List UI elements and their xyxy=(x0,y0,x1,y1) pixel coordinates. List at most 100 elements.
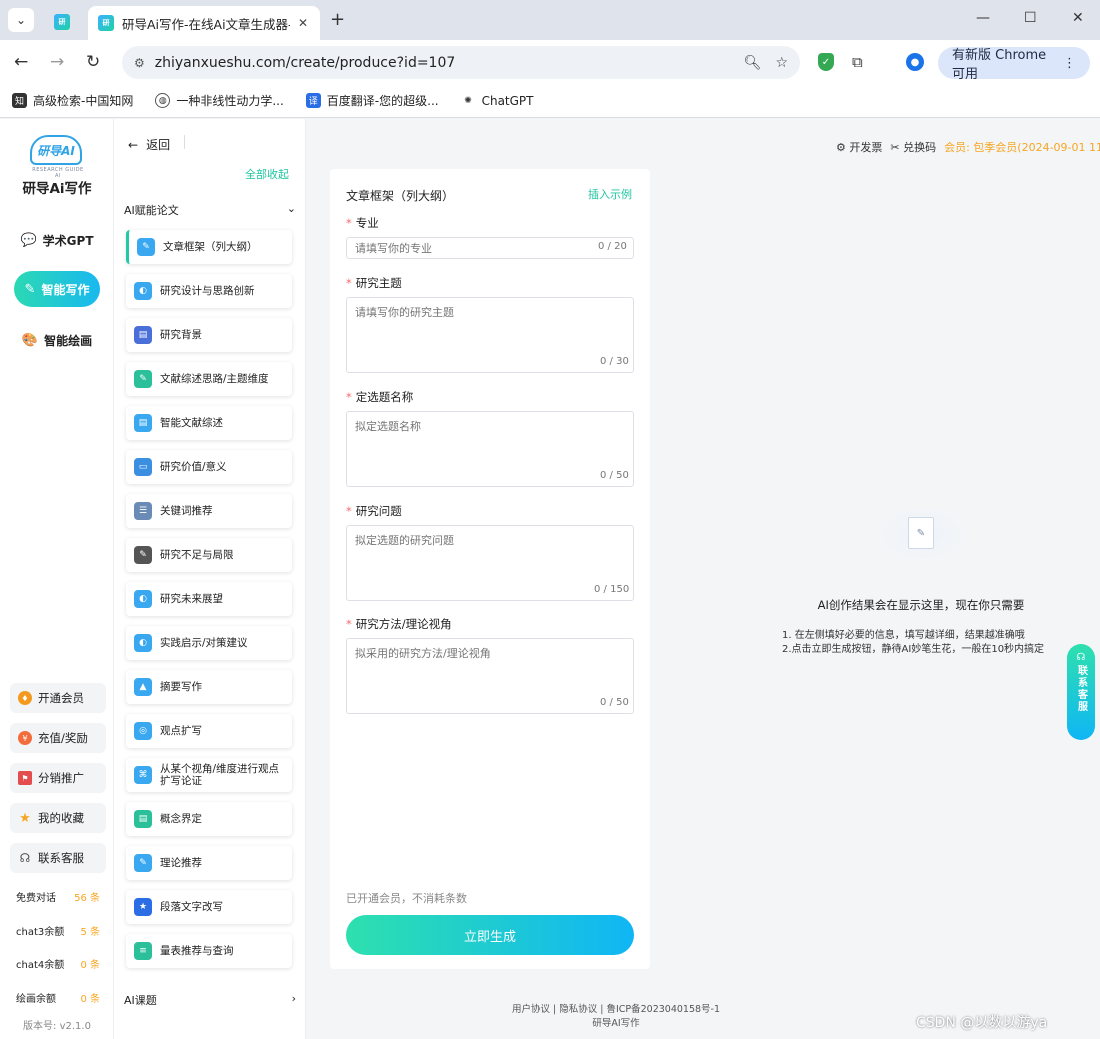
tool-item[interactable]: ▲ 摘要写作 xyxy=(126,670,292,704)
main-content: ⚙ 开发票 ✂ 兑换码 会员: 包季会员(2024-09-01 11:02 文章… xyxy=(306,119,1100,1039)
bookmark-star-icon[interactable]: ☆ xyxy=(775,55,788,71)
tab-title: 研导Ai写作-在线Ai文章生成器- xyxy=(122,16,290,32)
tool-icon: ✎ xyxy=(134,546,152,564)
recharge-button[interactable]: ¥ 充值/奖励 xyxy=(10,723,106,753)
section-ai-paper[interactable]: AI赋能论文 ⌄ xyxy=(124,202,296,218)
tool-item[interactable]: ▤ 智能文献综述 xyxy=(126,406,292,440)
tool-label: 研究不足与局限 xyxy=(160,548,234,561)
bookmark-item[interactable]: 译 百度翻译-您的超级... xyxy=(305,92,439,109)
tool-icon: ◐ xyxy=(134,590,152,608)
app-root: 研导AI RESEARCH GUIDE AI 研导Ai写作 💬 学术GPT ✎ … xyxy=(0,119,1100,1039)
chevron-down-icon: ⌄ xyxy=(286,202,296,215)
tool-item[interactable]: ◐ 实践启示/对策建议 xyxy=(126,626,292,660)
nav-academic-gpt[interactable]: 💬 学术GPT xyxy=(14,222,100,258)
insert-example-link[interactable]: 插入示例 xyxy=(588,186,632,202)
quota-chat3: chat3余额 5 条 xyxy=(16,927,100,938)
nav-smart-drawing[interactable]: 🎨 智能绘画 xyxy=(14,322,100,358)
profile-icon[interactable]: ● xyxy=(906,53,924,71)
research-method-input[interactable] xyxy=(346,638,634,714)
tool-item[interactable]: ✎ 理论推荐 xyxy=(126,846,292,880)
tool-item[interactable]: ✎ 文章框架（列大纲） xyxy=(126,230,292,264)
research-topic-input[interactable] xyxy=(346,297,634,373)
tool-icon: ▤ xyxy=(134,414,152,432)
tool-item[interactable]: ✎ 研究不足与局限 xyxy=(126,538,292,572)
nav-smart-writing[interactable]: ✎ 智能写作 xyxy=(14,271,100,307)
topic-name-input[interactable] xyxy=(346,411,634,487)
site-info-icon[interactable]: ⚙ xyxy=(134,56,145,70)
chrome-update-button[interactable]: 有新版 Chrome 可用 ⋮ xyxy=(938,47,1090,82)
url-text[interactable]: zhiyanxueshu.com/create/produce?id=107 xyxy=(155,55,730,71)
chat-bubble-icon: 💬 xyxy=(20,232,37,248)
bookmark-item[interactable]: ◍ 一种非线性动力学... xyxy=(155,92,284,109)
tab-close-icon[interactable]: ✕ xyxy=(298,16,308,30)
tool-label: 文章框架（列大纲） xyxy=(163,240,258,253)
globe-icon: ◍ xyxy=(155,93,171,108)
new-tab-plus-icon[interactable]: + xyxy=(330,9,345,30)
logo[interactable]: 研导AI RESEARCH GUIDE AI xyxy=(30,135,86,179)
browser-tab-active[interactable]: 研 研导Ai写作-在线Ai文章生成器- ✕ xyxy=(88,6,320,40)
tool-icon: ✎ xyxy=(134,370,152,388)
forward-arrow-icon[interactable]: → xyxy=(50,52,64,72)
tool-item[interactable]: ☰ 关键词推荐 xyxy=(126,494,292,528)
floating-service-button[interactable]: ☊ 联系客服 xyxy=(1067,644,1095,740)
tool-item[interactable]: ▭ 研究价值/意义 xyxy=(126,450,292,484)
reload-icon[interactable]: ↻ xyxy=(86,52,100,72)
maximize-icon[interactable]: ☐ xyxy=(1024,10,1037,26)
invoice-link[interactable]: ⚙ 开发票 xyxy=(836,139,882,155)
tool-label: 研究设计与思路创新 xyxy=(160,284,255,297)
research-question-input[interactable] xyxy=(346,525,634,601)
redeem-link[interactable]: ✂ 兑换码 xyxy=(890,139,936,155)
tool-item[interactable]: ✎ 文献综述思路/主题维度 xyxy=(126,362,292,396)
window-close-icon[interactable]: ✕ xyxy=(1072,10,1084,26)
bookmark-item[interactable]: ✺ ChatGPT xyxy=(460,93,534,108)
tool-item[interactable]: ◐ 研究未来展望 xyxy=(126,582,292,616)
back-arrow-icon: ← xyxy=(128,137,139,152)
minimize-icon[interactable]: — xyxy=(976,10,990,26)
favorites-button[interactable]: ★ 我的收藏 xyxy=(10,803,106,833)
extension-shield-icon[interactable]: ✓ xyxy=(818,53,834,71)
palette-icon: 🎨 xyxy=(21,332,39,348)
browser-tab-pinned[interactable]: 研 xyxy=(44,8,80,36)
open-membership-button[interactable]: ♦ 开通会员 xyxy=(10,683,106,713)
tool-label: 从某个视角/维度进行观点扩写论证 xyxy=(160,762,280,787)
tool-label: 摘要写作 xyxy=(160,680,202,693)
zoom-search-icon[interactable]: 🔍︎ xyxy=(744,55,762,71)
footer: 用户协议 | 隐私协议 | 鲁ICP备2023040158号-1 研导AI写作 xyxy=(306,1003,926,1031)
more-menu-icon[interactable]: ⋮ xyxy=(1063,56,1076,71)
bookmark-item[interactable]: 知 高级检索-中国知网 xyxy=(12,92,133,109)
tool-label: 观点扩写 xyxy=(160,724,202,737)
distribution-button[interactable]: ⚑ 分销推广 xyxy=(10,763,106,793)
tool-sidebar: ← 返回 全部收起 AI赋能论文 ⌄ ✎ 文章框架（列大纲） ◐ 研究设计与思路创新 ▤… xyxy=(114,119,306,1039)
quota-free-chat: 免费对话 56 条 xyxy=(16,893,100,904)
section-ai-topic[interactable]: AI课题 › xyxy=(124,992,296,1008)
result-placeholder-title: AI创作结果会在显示这里，现在你只需要 xyxy=(817,598,1025,612)
major-input[interactable] xyxy=(346,237,634,259)
tool-icon: ▤ xyxy=(134,326,152,344)
bookmarks-bar: 知 高级检索-中国知网 ◍ 一种非线性动力学... 译 百度翻译-您的超级...… xyxy=(0,84,1100,118)
tool-item[interactable]: ★ 段落文字改写 xyxy=(126,890,292,924)
field-label: * 专业 xyxy=(346,216,379,230)
tool-icon: ◎ xyxy=(134,722,152,740)
tool-item[interactable]: ▤ 概念界定 xyxy=(126,802,292,836)
pen-icon: ✎ xyxy=(24,281,36,297)
contact-service-button[interactable]: ☊ 联系客服 xyxy=(10,843,106,873)
tool-label: 关键词推荐 xyxy=(160,504,213,517)
tool-item[interactable]: ◐ 研究设计与思路创新 xyxy=(126,274,292,308)
generate-button[interactable]: 立即生成 xyxy=(346,915,634,955)
extensions-puzzle-icon[interactable]: ⧉ xyxy=(852,53,863,71)
address-bar[interactable]: ⚙ zhiyanxueshu.com/create/produce?id=107… xyxy=(122,46,800,79)
star-icon: ★ xyxy=(19,810,31,826)
collapse-all-link[interactable]: 全部收起 xyxy=(245,166,289,182)
tab-search-chevron-icon[interactable]: ⌄ xyxy=(8,8,34,32)
tool-item[interactable]: ◎ 观点扩写 xyxy=(126,714,292,748)
document-pen-icon: ✎ xyxy=(908,517,934,549)
update-label: 有新版 Chrome 可用 xyxy=(952,48,1047,82)
vip-icon: ♦ xyxy=(18,691,32,705)
back-arrow-icon[interactable]: ← xyxy=(14,52,28,72)
tool-item[interactable]: ▤ 研究背景 xyxy=(126,318,292,352)
tool-item[interactable]: ⌘ 从某个视角/维度进行观点扩写论证 xyxy=(126,758,292,792)
back-button[interactable]: ← 返回 xyxy=(128,136,170,153)
char-count: 0 / 50 xyxy=(600,470,629,481)
footer-links[interactable]: 用户协议 | 隐私协议 | 鲁ICP备2023040158号-1 xyxy=(306,1003,926,1017)
tool-item[interactable]: ≡ 量表推荐与查询 xyxy=(126,934,292,968)
